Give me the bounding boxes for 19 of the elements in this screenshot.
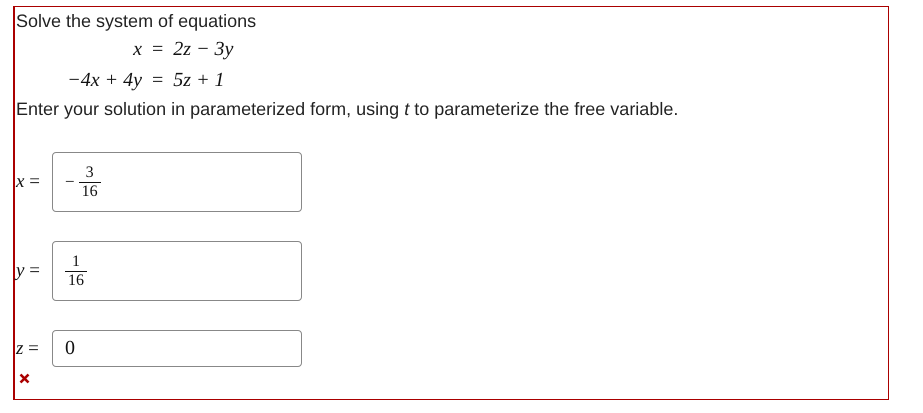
answer-value: 0: [65, 337, 75, 360]
denominator: 16: [68, 272, 84, 290]
denominator: 16: [82, 182, 98, 200]
equation-right-side: 2z − 3y: [173, 37, 234, 62]
equals-sign: =: [152, 68, 164, 93]
numerator: 1: [72, 252, 80, 270]
equation-left-side: x: [132, 37, 142, 62]
answer-field[interactable]: 0: [52, 330, 302, 367]
equation-left-side: −4x + 4y: [66, 68, 142, 93]
variable-label: z =: [16, 338, 40, 360]
minus-sign: −: [65, 172, 75, 192]
equals-sign: =: [152, 37, 164, 62]
numerator: 3: [86, 164, 94, 182]
answer-field[interactable]: 1 16: [52, 241, 302, 301]
variable-label: y =: [16, 260, 41, 282]
prompt-text: Solve the system of equations: [16, 10, 256, 33]
instruction-text: Enter your solution in parameterized form, using t to parameterize the free variable.: [16, 98, 678, 121]
equation-right-side: 5z + 1: [173, 68, 226, 93]
variable-label: x =: [16, 171, 41, 193]
